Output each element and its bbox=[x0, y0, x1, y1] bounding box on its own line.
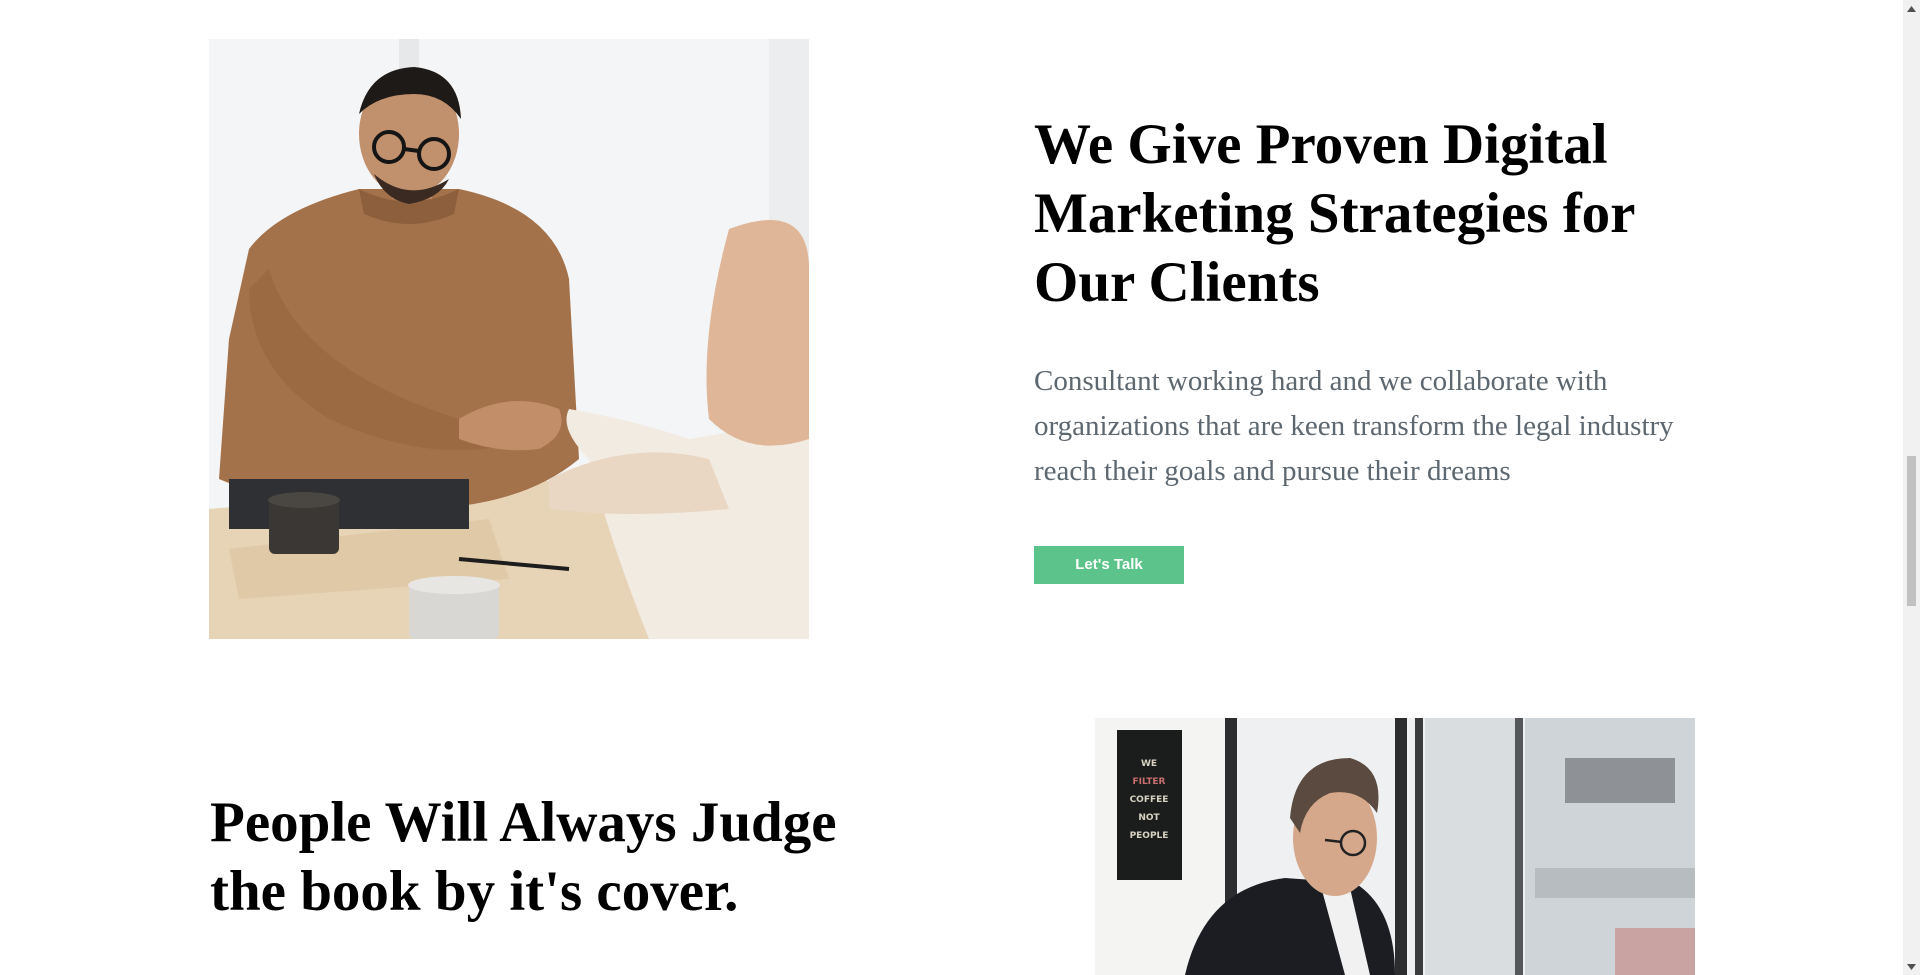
poster-word-2: FILTER bbox=[1133, 777, 1166, 787]
poster-word-3: COFFEE bbox=[1130, 795, 1169, 805]
lets-talk-button[interactable]: Let's Talk bbox=[1034, 546, 1184, 584]
scroll-down-button[interactable] bbox=[1903, 958, 1920, 975]
section-1-heading: We Give Proven Digital Marketing Strateg… bbox=[1034, 113, 1635, 314]
poster-word-5: PEOPLE bbox=[1130, 831, 1169, 841]
triangle-down-icon bbox=[1907, 963, 1916, 970]
handshake-meeting-photo bbox=[209, 39, 809, 639]
triangle-up-icon bbox=[1907, 5, 1916, 12]
section-2-heading: People Will Always Judge the book by it'… bbox=[210, 791, 837, 923]
vertical-scrollbar[interactable] bbox=[1903, 0, 1920, 975]
man-at-laptop-photo: WE FILTER COFFEE NOT PEOPLE bbox=[1095, 718, 1695, 975]
section-1-description: Consultant working hard and we collabora… bbox=[1034, 365, 1674, 487]
page: We Give Proven Digital Marketing Strateg… bbox=[0, 0, 1920, 975]
scroll-up-button[interactable] bbox=[1903, 0, 1920, 17]
poster-word-4: NOT bbox=[1138, 813, 1160, 823]
poster-word-1: WE bbox=[1141, 759, 1157, 769]
scrollbar-thumb[interactable] bbox=[1907, 456, 1916, 606]
